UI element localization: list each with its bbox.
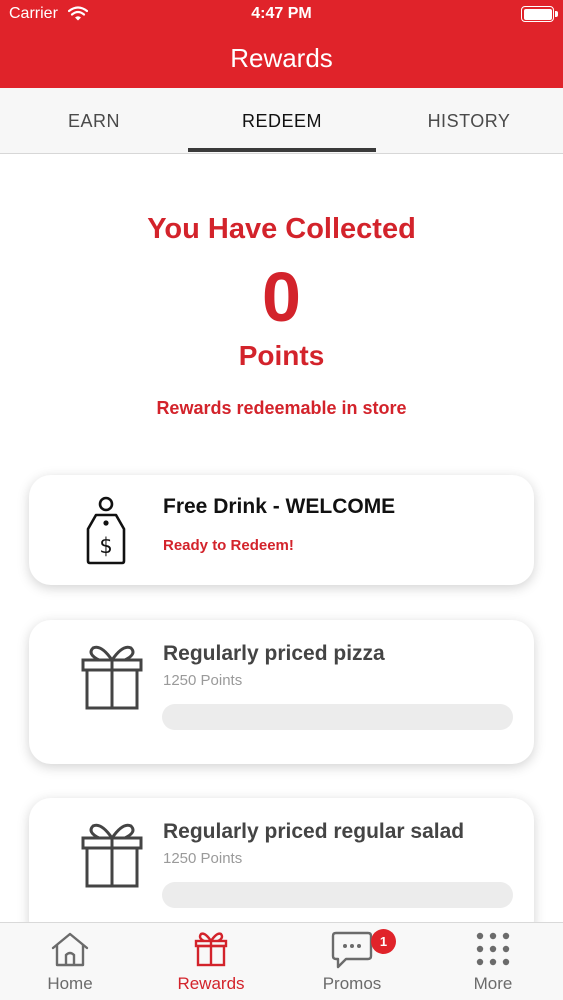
status-bar: Carrier 4:47 PM: [0, 0, 563, 30]
tab-history[interactable]: HISTORY: [375, 88, 563, 154]
redeem-note: Rewards redeemable in store: [156, 398, 407, 418]
tab-redeem[interactable]: REDEEM: [188, 88, 376, 154]
grid-dots-icon: [475, 931, 511, 972]
reward-title: Regularly priced regular salad: [163, 820, 465, 843]
svg-text:$: $: [99, 534, 112, 558]
gift-icon: [81, 820, 143, 893]
gift-icon: [81, 642, 143, 715]
reward-progress-bar: [162, 882, 513, 908]
reward-status: Ready to Redeem!: [163, 537, 294, 554]
reward-progress-bar: [162, 704, 513, 730]
reward-card-salad[interactable]: Regularly priced regular salad 1250 Poin…: [29, 798, 534, 942]
reward-points: 1250 Points: [163, 672, 243, 689]
collected-heading: You Have Collected: [147, 213, 416, 245]
reward-points: 1250 Points: [163, 850, 243, 867]
rewards-tabs: EARN REDEEM HISTORY: [0, 88, 563, 154]
top-header: Carrier 4:47 PM Rewards: [0, 0, 563, 88]
points-value: 0: [262, 258, 301, 336]
rewards-screen: Carrier 4:47 PM Rewards EARN REDEEM HIST…: [0, 0, 563, 1000]
chat-bubble-icon: [330, 931, 374, 974]
reward-title: Regularly priced pizza: [163, 642, 385, 665]
nav-rewards-label: Rewards: [177, 974, 245, 993]
reward-card-pizza[interactable]: Regularly priced pizza 1250 Points: [29, 620, 534, 764]
home-icon: [50, 931, 90, 972]
active-tab-indicator: [188, 148, 376, 152]
price-tag-icon: $: [81, 495, 131, 572]
nav-more-label: More: [473, 974, 513, 993]
battery-icon: [521, 6, 558, 22]
reward-title: Free Drink - WELCOME: [163, 495, 396, 518]
gift-icon: [194, 931, 228, 972]
page-title: Rewards: [230, 43, 333, 73]
nav-home[interactable]: Home: [0, 923, 140, 1000]
nav-rewards[interactable]: Rewards: [141, 923, 281, 1000]
tab-earn[interactable]: EARN: [0, 88, 188, 154]
bottom-tab-bar: Home Rewards 1 Promos More: [0, 922, 563, 1000]
reward-card-free-drink[interactable]: $ Free Drink - WELCOME Ready to Redeem!: [29, 475, 534, 585]
points-label: Points: [238, 340, 325, 371]
nav-promos-label: Promos: [322, 974, 382, 993]
nav-home-label: Home: [47, 974, 93, 993]
nav-promos[interactable]: 1 Promos: [282, 923, 422, 1000]
nav-more[interactable]: More: [423, 923, 563, 1000]
clock: 4:47 PM: [251, 5, 312, 22]
promos-badge: 1: [371, 929, 396, 954]
